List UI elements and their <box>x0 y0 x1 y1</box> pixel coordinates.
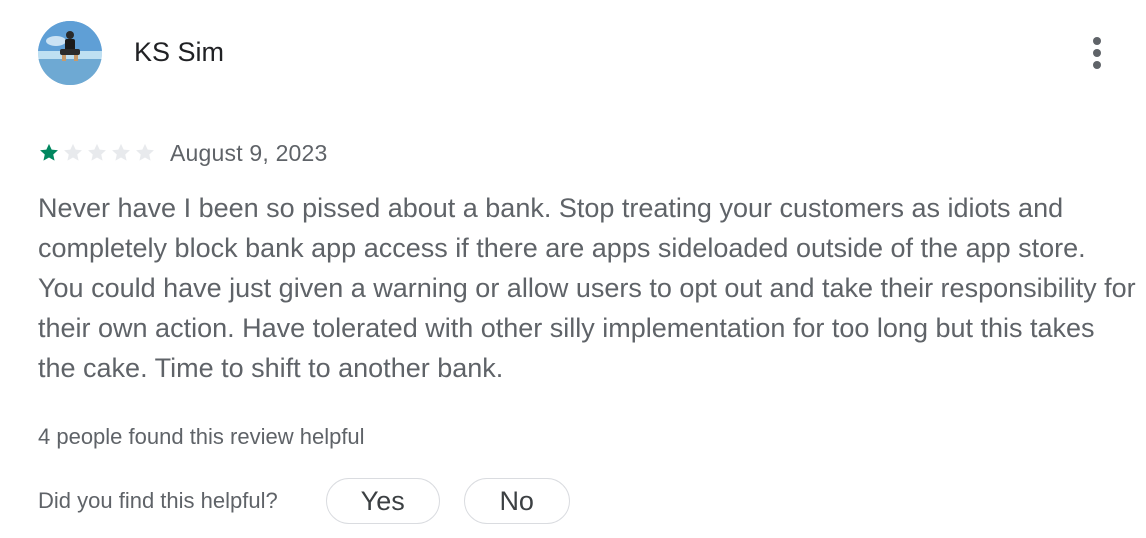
helpful-count: 4 people found this review helpful <box>38 424 365 449</box>
star-rating <box>38 142 156 164</box>
author-name: KS Sim <box>134 37 225 67</box>
more-vert-icon-dot <box>1093 61 1101 69</box>
review-date: August 9, 2023 <box>170 139 328 166</box>
yes-button[interactable]: Yes <box>325 478 440 524</box>
review-card: KS Sim August 9, 2023 Never have I been … <box>0 0 1146 538</box>
star-empty-icon <box>136 143 154 161</box>
feedback-row: Did you find this helpful? Yes No <box>38 476 570 526</box>
more-vert-icon <box>1093 37 1101 45</box>
more-options-button[interactable] <box>1082 33 1114 73</box>
feedback-question: Did you find this helpful? <box>38 488 278 513</box>
star-empty-icon <box>88 143 106 161</box>
avatar-photo <box>38 21 102 85</box>
avatar <box>38 21 102 85</box>
star-empty-icon <box>64 143 82 161</box>
more-vert-icon-dot <box>1093 49 1101 57</box>
no-button[interactable]: No <box>463 478 570 524</box>
rating-row: August 9, 2023 <box>38 138 328 168</box>
review-text: Never have I been so pissed about a bank… <box>38 193 1136 383</box>
star-filled-icon <box>40 143 58 161</box>
star-empty-icon <box>112 143 130 161</box>
